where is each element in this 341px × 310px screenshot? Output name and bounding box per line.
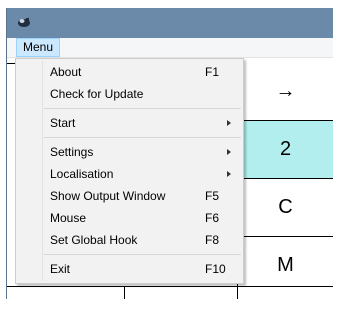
- menu-item-show-output-window[interactable]: Show Output Window F5: [18, 185, 241, 207]
- menu-item-about[interactable]: About F1: [18, 61, 241, 83]
- menu-separator: [44, 137, 241, 138]
- menu-item-set-global-hook[interactable]: Set Global Hook F8: [18, 229, 241, 251]
- menu-item-shortcut: F1: [205, 65, 220, 79]
- menu-item-label: Mouse: [50, 211, 87, 225]
- menu-item-label: Settings: [50, 145, 94, 159]
- menu-item-label: About: [50, 65, 82, 79]
- key-2[interactable]: 2: [238, 121, 333, 179]
- menu-item-label: Start: [50, 116, 76, 130]
- app-icon: [18, 18, 30, 27]
- submenu-arrow-icon: [227, 120, 231, 126]
- menu-item-shortcut: F10: [205, 262, 226, 276]
- key-arrow[interactable]: →: [238, 63, 333, 121]
- submenu-arrow-icon: [227, 171, 231, 177]
- key-m[interactable]: M: [238, 237, 333, 294]
- menu-button[interactable]: Menu: [16, 38, 61, 57]
- menu-item-check-for-update[interactable]: Check for Update: [18, 83, 241, 105]
- menu-item-shortcut: F5: [205, 189, 220, 203]
- title-bar[interactable]: [7, 8, 333, 38]
- menu-item-settings[interactable]: Settings: [18, 141, 241, 163]
- menu-item-label: Localisation: [50, 167, 114, 181]
- menu-dropdown: About F1 Check for Update Start Settings…: [15, 58, 244, 284]
- menu-item-label: Check for Update: [50, 87, 144, 101]
- menu-item-mouse[interactable]: Mouse F6: [18, 207, 241, 229]
- menu-bar: Menu: [7, 38, 333, 58]
- menu-item-label: Show Output Window: [50, 189, 166, 203]
- grid-line: [124, 286, 125, 299]
- menu-separator: [44, 254, 241, 255]
- menu-item-shortcut: F8: [205, 233, 220, 247]
- menu-item-label: Set Global Hook: [50, 233, 138, 247]
- menu-separator: [44, 108, 241, 109]
- menu-item-localisation[interactable]: Localisation: [18, 163, 241, 185]
- key-c[interactable]: C: [238, 179, 333, 237]
- menu-item-label: Exit: [50, 262, 71, 276]
- menu-item-start[interactable]: Start: [18, 112, 241, 134]
- submenu-arrow-icon: [227, 149, 231, 155]
- menu-item-shortcut: F6: [205, 211, 220, 225]
- menu-item-exit[interactable]: Exit F10: [18, 258, 241, 280]
